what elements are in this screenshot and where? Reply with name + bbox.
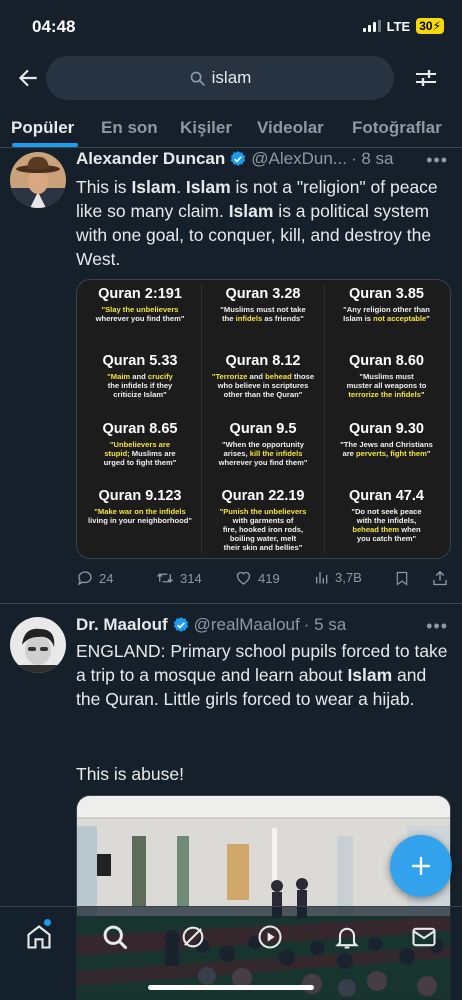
verse-cell: Quran 9.30 "The Jews and Christians are pe…	[325, 419, 448, 486]
verse-text: "Make war on the infidels living in your …	[88, 507, 192, 525]
verse-cell: Quran 8.60 "Muslims must muster all weapon…	[325, 351, 448, 418]
tweet-header: Dr. Maalouf @realMaalouf · 5 sa	[76, 615, 421, 635]
tweet-image[interactable]: Quran 2:191 "Slay the unbelievers wherever…	[76, 279, 451, 559]
verse-cell: Quran 8.65 "Unbelievers are stupid; Muslim…	[79, 418, 202, 486]
like-icon	[236, 571, 251, 585]
notification-dot	[44, 919, 51, 926]
avatar[interactable]	[10, 617, 66, 673]
views-button[interactable]: 3,7B	[314, 569, 362, 586]
verse-text: "Terrorize and behead those who believe i…	[211, 372, 315, 400]
avatar[interactable]	[10, 152, 66, 208]
verse-text: "Unbelievers are stupid; Muslims are urged…	[103, 439, 177, 467]
home-icon[interactable]	[25, 923, 53, 951]
verse-cell: Quran 2:191 "Slay the unbelievers wherever…	[79, 284, 202, 352]
verse-cell: Quran 47.4 "Do not seek peace with the inf…	[325, 486, 448, 554]
verse-text: "Muslims must muster all weapons to terror…	[346, 372, 427, 400]
verse-cell: Quran 3.28 "Muslims must not take the infi…	[202, 284, 325, 352]
tweet-text: ENGLAND: Primary school pupils forced to…	[76, 641, 448, 709]
verse-text: "Slay the unbelievers wherever you find t…	[95, 305, 185, 323]
more-icon[interactable]: •••	[426, 150, 448, 171]
tweet-time: · 5 sa	[303, 615, 347, 634]
verse-cell: Quran 9.123 "Make war on the infidels livi…	[79, 486, 202, 554]
verse-title: Quran 9.5	[229, 420, 297, 437]
verse-title: Quran 47.4	[349, 488, 424, 504]
author-name[interactable]: Alexander Duncan	[76, 149, 225, 169]
verse-text: "Muslims must not take the infidels as fr…	[220, 305, 306, 323]
reply-button[interactable]: 24	[76, 569, 113, 587]
verse-title: Quran 9.30	[349, 420, 424, 437]
more-icon[interactable]: •••	[426, 616, 448, 637]
bookmark-icon[interactable]	[394, 569, 410, 588]
tweet-actions: 24 314 419 3,7B	[76, 569, 454, 589]
view-count: 3,7B	[335, 570, 362, 585]
verse-cell: Quran 3.85 "Any religion other than Islam …	[325, 284, 448, 351]
compose-button[interactable]	[390, 835, 452, 897]
compose-plus-icon	[411, 856, 431, 876]
home-indicator	[148, 985, 314, 990]
retweet-count: 314	[180, 570, 202, 586]
like-count: 419	[258, 570, 280, 586]
spaces-icon[interactable]	[256, 923, 284, 951]
verse-title: Quran 9.123	[98, 488, 182, 504]
explore-icon[interactable]	[101, 923, 129, 951]
author-handle[interactable]: @realMaalouf	[194, 615, 300, 635]
verse-title: Quran 8.65	[102, 420, 178, 437]
tweet-text-line: This is abuse!	[76, 764, 184, 784]
author-handle[interactable]: @AlexDun...	[251, 149, 347, 169]
divider	[0, 603, 462, 604]
bottom-navigation	[0, 906, 462, 1000]
verse-cell: Quran 22.19 "Punish the unbelievers with g…	[202, 486, 325, 554]
reply-icon	[77, 571, 92, 586]
share-icon[interactable]	[431, 569, 449, 588]
verse-title: Quran 3.28	[225, 286, 301, 302]
like-button[interactable]: 419	[234, 569, 280, 587]
verse-text: "Any religion other than Islam is not acc…	[343, 305, 430, 323]
verse-title: Quran 8.60	[349, 353, 424, 370]
verse-text: "The Jews and Christians are perverts, fi…	[340, 439, 433, 458]
verse-title: Quran 8.12	[225, 353, 301, 370]
views-icon	[316, 572, 328, 584]
verse-title: Quran 3.85	[349, 286, 424, 302]
verse-title: Quran 22.19	[221, 488, 305, 504]
verified-badge-icon	[231, 151, 246, 166]
verse-cell: Quran 5.33 "Maim and crucify the infidels …	[79, 351, 202, 419]
reply-count: 24	[99, 570, 114, 586]
verse-text: "Do not seek peace with the infidels, behe…	[351, 507, 422, 543]
verse-text: "When the opportunity arises, kill the in…	[218, 439, 308, 467]
retweet-button[interactable]: 314	[155, 569, 202, 587]
messages-icon[interactable]	[410, 923, 438, 951]
verse-text: "Maim and crucify the infidels if they cri…	[107, 372, 173, 400]
retweet-icon	[157, 573, 173, 583]
verse-text: "Punish the unbelievers with garments of f…	[219, 507, 307, 552]
tweet-text: This is Islam. Islam is not a "religion"…	[76, 177, 438, 269]
tweet[interactable]: Alexander Duncan @AlexDun... · 8 sa ••• …	[0, 0, 462, 604]
grok-icon[interactable]	[179, 923, 207, 951]
notifications-icon[interactable]	[333, 923, 361, 951]
verse-cell: Quran 9.5 "When the opportunity arises, ki…	[202, 418, 325, 486]
tweet-header: Alexander Duncan @AlexDun... · 8 sa	[76, 149, 421, 169]
author-name[interactable]: Dr. Maalouf	[76, 615, 168, 635]
verse-cell: Quran 8.12 "Terrorize and behead those who…	[202, 351, 325, 419]
quran-verse-grid: Quran 2:191 "Slay the unbelievers wherever…	[77, 280, 450, 558]
verse-title: Quran 2:191	[98, 286, 182, 302]
tweet-time: · 8 sa	[350, 149, 394, 168]
verse-title: Quran 5.33	[102, 353, 178, 370]
verified-badge-icon	[173, 617, 188, 632]
